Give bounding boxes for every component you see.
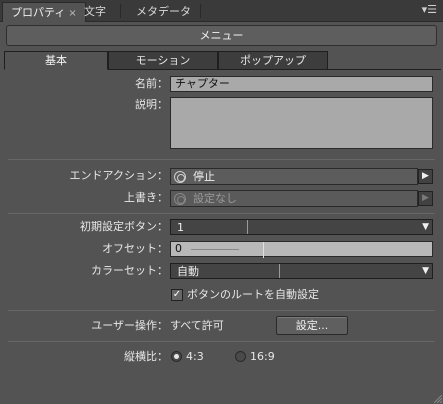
user-ops-label: ユーザー操作：: [91, 319, 168, 332]
name-input[interactable]: チャプター: [170, 76, 433, 92]
tab-metadata[interactable]: メタデータ: [128, 2, 199, 22]
user-ops-value: すべて許可: [170, 319, 224, 332]
target-icon: [174, 193, 186, 205]
initial-button-select[interactable]: 1 ▼: [170, 219, 433, 235]
chevron-down-icon: ▼: [422, 222, 429, 232]
divider: [8, 310, 435, 311]
subtab-motion[interactable]: モーション: [108, 51, 218, 70]
offset-value: 0: [175, 242, 182, 255]
slider-track: [191, 249, 239, 250]
override-label: 上書き：: [124, 191, 168, 204]
subtab-popup[interactable]: ポップアップ: [218, 51, 328, 70]
tab-properties-label: プロパティ: [11, 6, 66, 19]
target-icon: [174, 171, 186, 183]
tab-character-label: 文字: [84, 5, 106, 18]
override-menu-button[interactable]: ▶: [418, 191, 433, 206]
initial-button-value: 1: [177, 221, 184, 234]
name-label: 名前：: [135, 77, 168, 90]
slider-tick: [279, 264, 280, 278]
subtab-basic[interactable]: 基本: [4, 51, 108, 70]
resize-grip-icon[interactable]: [434, 395, 442, 403]
settings-button-label: 設定...: [295, 319, 329, 332]
tab-character[interactable]: 文字: [76, 2, 114, 22]
menu-button[interactable]: メニュー: [6, 25, 437, 46]
end-action-menu-button[interactable]: ▶: [418, 169, 433, 184]
offset-label: オフセット：: [102, 242, 168, 255]
end-action-label: エンドアクション：: [69, 169, 168, 182]
subtab-basic-label: 基本: [45, 54, 67, 67]
color-set-value: 自動: [177, 265, 199, 278]
end-action-field[interactable]: 停止: [170, 168, 418, 185]
description-label: 説明：: [135, 98, 168, 111]
divider: [8, 341, 435, 342]
aspect-label: 縦横比：: [124, 350, 168, 363]
chevron-down-icon: ▼: [422, 266, 429, 276]
divider: [8, 159, 435, 160]
settings-button[interactable]: 設定...: [276, 316, 348, 335]
subtab-baseline: [328, 69, 441, 70]
initial-button-label: 初期設定ボタン：: [80, 220, 168, 233]
color-set-select[interactable]: 自動 ▼: [170, 263, 433, 279]
slider-handle[interactable]: [263, 242, 264, 258]
panel-menu-icon[interactable]: ▾☰: [422, 3, 437, 16]
slider-tick: [247, 220, 248, 234]
tab-properties[interactable]: プロパティ ×: [2, 2, 86, 22]
subtab-motion-label: モーション: [135, 54, 191, 67]
color-set-label: カラーセット：: [91, 264, 168, 277]
menu-button-label: メニュー: [199, 29, 244, 42]
end-action-value: 停止: [193, 170, 215, 183]
aspect-4-3-radio[interactable]: [171, 351, 182, 362]
offset-slider-field[interactable]: 0: [170, 241, 433, 258]
aspect-4-3-label: 4:3: [186, 350, 204, 363]
divider: [8, 213, 435, 214]
tab-divider: [120, 4, 121, 18]
aspect-16-9-label: 16:9: [250, 350, 275, 363]
tab-divider: [200, 4, 201, 18]
tab-metadata-label: メタデータ: [136, 5, 191, 18]
description-textarea[interactable]: [170, 97, 433, 149]
aspect-16-9-radio[interactable]: [235, 351, 246, 362]
override-value: 設定なし: [193, 192, 237, 205]
auto-route-checkbox[interactable]: ✓: [171, 289, 183, 301]
subtab-popup-label: ポップアップ: [240, 54, 306, 67]
override-field[interactable]: 設定なし: [170, 190, 418, 207]
auto-route-label: ボタンのルートを自動設定: [187, 288, 319, 301]
